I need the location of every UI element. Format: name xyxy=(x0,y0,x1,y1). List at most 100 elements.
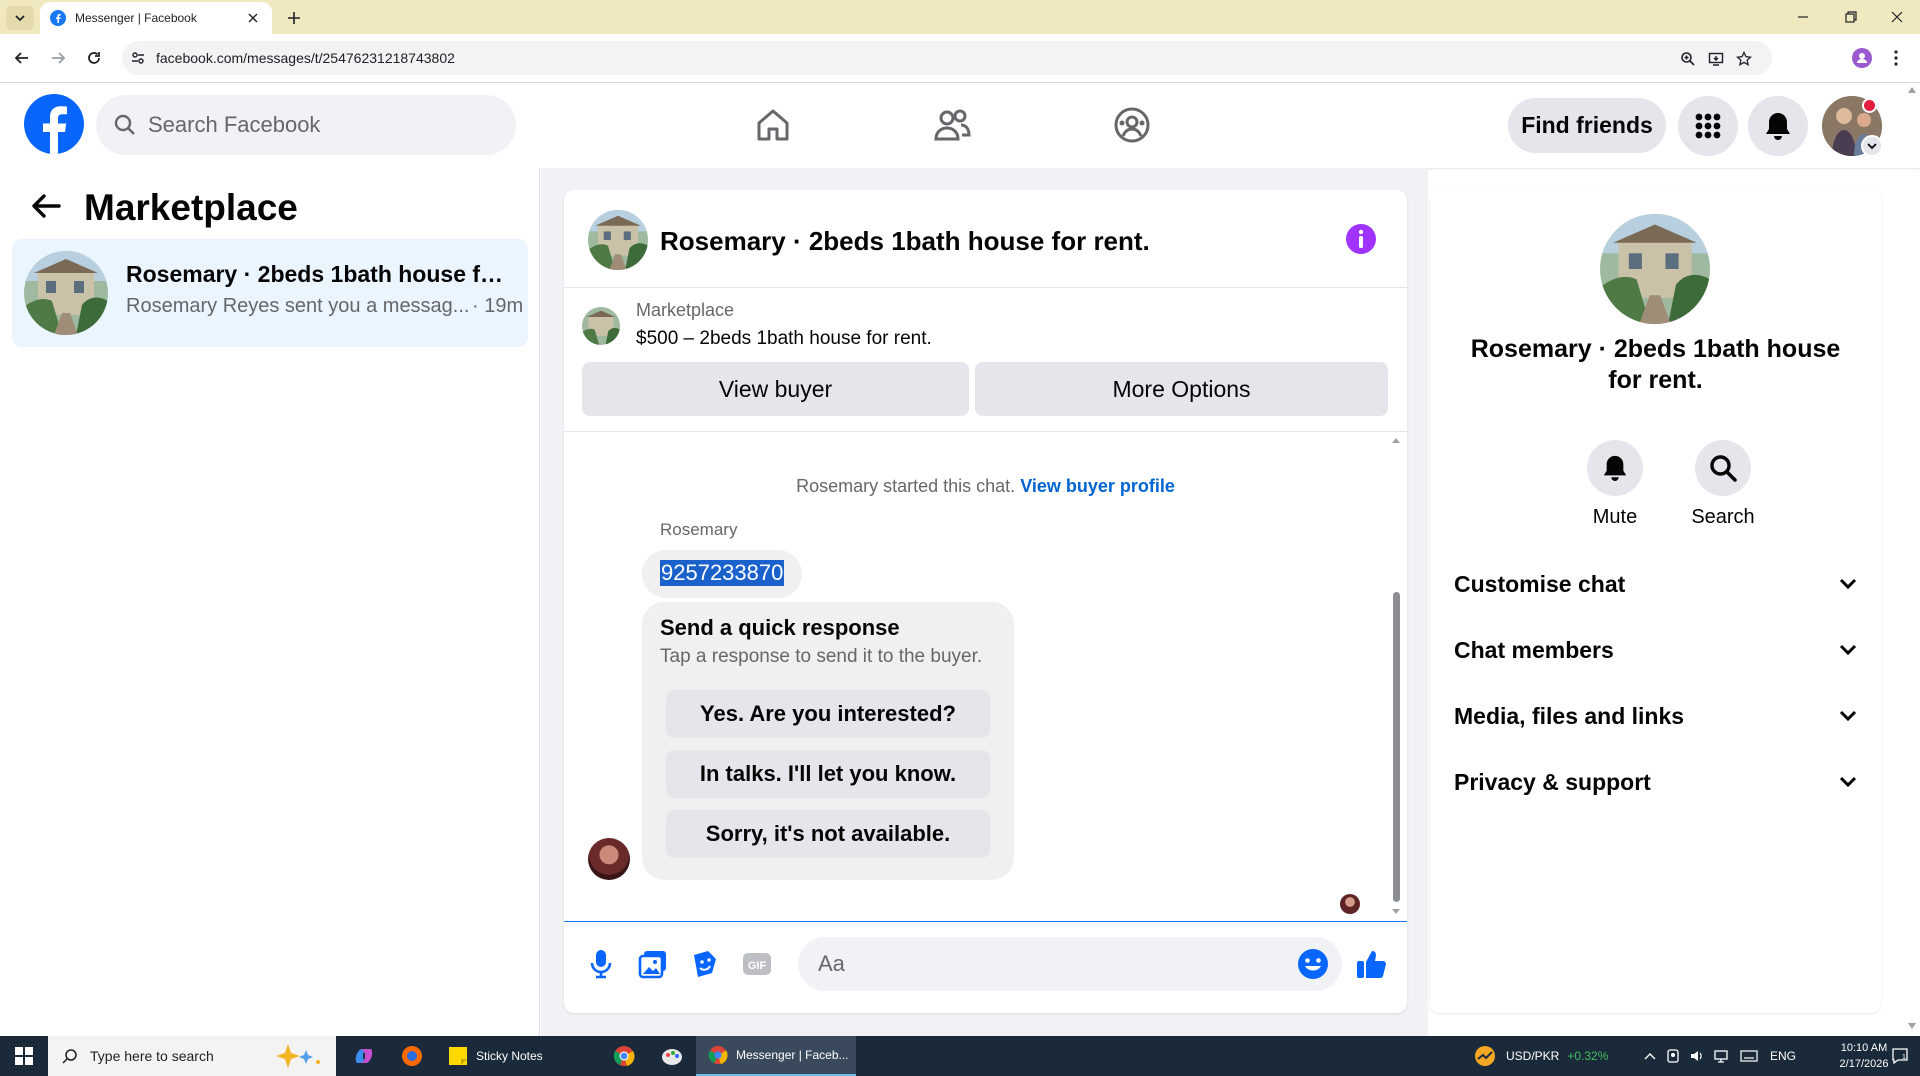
browser-tab-bar: Messenger | Facebook xyxy=(0,0,1920,34)
network-icon[interactable] xyxy=(1714,1049,1730,1063)
menu-grid-icon[interactable] xyxy=(1678,96,1738,156)
notification-center-icon[interactable]: 1 xyxy=(1884,1036,1916,1076)
home-icon[interactable] xyxy=(751,103,795,147)
search-in-chat-button[interactable]: Search xyxy=(1683,440,1763,529)
quick-response-option[interactable]: Yes. Are you interested? xyxy=(666,690,990,738)
zoom-icon[interactable] xyxy=(1678,49,1698,69)
chat-header: Rosemary · 2beds 1bath house for rent. xyxy=(564,190,1407,288)
message-input-placeholder: Aa xyxy=(818,951,845,976)
page-title: Marketplace xyxy=(84,187,298,228)
listing-title[interactable]: $500 – 2beds 1bath house for rent. xyxy=(636,328,932,350)
privacy-support-section[interactable]: Privacy & support xyxy=(1454,759,1857,805)
windows-start-icon[interactable] xyxy=(0,1036,48,1076)
taskbar-search-box[interactable]: Type here to search xyxy=(48,1036,336,1076)
conversation-preview: Rosemary Reyes sent you a messag... xyxy=(126,295,470,317)
back-icon[interactable] xyxy=(10,46,34,70)
chat-avatar[interactable] xyxy=(588,210,648,270)
tab-search-dropdown-icon[interactable] xyxy=(6,6,34,30)
notifications-bell-icon[interactable] xyxy=(1748,96,1808,156)
facebook-search-input[interactable]: Search Facebook xyxy=(96,95,516,155)
find-friends-button[interactable]: Find friends xyxy=(1508,98,1666,153)
facebook-logo-icon[interactable] xyxy=(24,94,84,154)
meet-now-icon[interactable] xyxy=(1666,1049,1680,1063)
view-buyer-button[interactable]: View buyer xyxy=(582,362,969,416)
new-tab-icon[interactable] xyxy=(282,6,306,30)
page-scroll-up-icon[interactable] xyxy=(1908,87,1916,93)
reload-icon[interactable] xyxy=(82,46,106,70)
restore-icon[interactable] xyxy=(1828,0,1874,34)
quick-response-option[interactable]: In talks. I'll let you know. xyxy=(666,750,990,798)
gif-icon[interactable]: GIF xyxy=(740,947,774,981)
emoji-icon[interactable] xyxy=(1296,947,1330,981)
volume-icon[interactable] xyxy=(1690,1049,1704,1063)
currency-chart-icon xyxy=(1475,1046,1495,1066)
bookmark-star-icon[interactable] xyxy=(1734,49,1754,69)
listing-card: Marketplace $500 – 2beds 1bath house for… xyxy=(564,288,1407,432)
omnibox[interactable]: facebook.com/messages/t/2547623121874380… xyxy=(122,41,1772,75)
mute-bell-icon xyxy=(1587,440,1643,496)
browser-menu-icon[interactable] xyxy=(1884,46,1908,70)
paint-app-icon[interactable] xyxy=(652,1036,692,1076)
scroll-down-icon[interactable] xyxy=(1391,908,1401,916)
browser-tab-messenger[interactable]: Messenger | Facebook xyxy=(40,2,272,34)
info-icon[interactable] xyxy=(1344,222,1378,256)
messenger-taskbar-item[interactable]: Messenger | Faceb... xyxy=(696,1036,856,1076)
chrome-app-icon[interactable] xyxy=(604,1036,644,1076)
search-placeholder: Search Facebook xyxy=(148,112,321,137)
chat-started-notice: Rosemary started this chat. View buyer p… xyxy=(564,476,1407,497)
groups-icon[interactable] xyxy=(1110,103,1154,147)
details-title: Rosemary · 2beds 1bath house for rent. xyxy=(1470,335,1841,394)
sticky-notes-taskbar-item[interactable]: Sticky Notes xyxy=(440,1036,560,1076)
quick-response-option[interactable]: Sorry, it's not available. xyxy=(666,810,990,858)
conversation-list-item[interactable]: Rosemary · 2beds 1bath house for ... Ros… xyxy=(12,239,528,347)
browser-profile-icon[interactable] xyxy=(1850,46,1874,70)
close-window-icon[interactable] xyxy=(1874,0,1920,34)
tab-close-icon[interactable] xyxy=(244,9,262,27)
mute-button[interactable]: Mute xyxy=(1575,440,1655,529)
message-text-selected[interactable]: 9257233870 xyxy=(660,560,785,586)
language-indicator[interactable]: ENG xyxy=(1770,1049,1796,1063)
browser-app-icon[interactable] xyxy=(392,1036,432,1076)
show-hidden-icons-icon[interactable] xyxy=(1644,1052,1656,1060)
browser-address-bar: facebook.com/messages/t/2547623121874380… xyxy=(0,34,1920,83)
search-icon xyxy=(114,114,135,135)
url-text[interactable]: facebook.com/messages/t/2547623121874380… xyxy=(156,50,455,66)
photo-icon[interactable] xyxy=(636,947,670,981)
customise-chat-section[interactable]: Customise chat xyxy=(1454,561,1857,607)
details-avatar[interactable] xyxy=(1600,214,1710,324)
more-options-button[interactable]: More Options xyxy=(975,362,1388,416)
search-label: Search xyxy=(1691,506,1755,528)
messenger-taskbar-label: Messenger | Faceb... xyxy=(736,1048,849,1062)
install-app-icon[interactable] xyxy=(1706,49,1726,69)
svg-text:1: 1 xyxy=(1902,1054,1906,1061)
minimize-icon[interactable] xyxy=(1780,0,1826,34)
chat-members-section[interactable]: Chat members xyxy=(1454,627,1857,673)
scroll-thumb[interactable] xyxy=(1393,592,1400,902)
page-scrollbar[interactable] xyxy=(1904,83,1920,1036)
message-bubble[interactable]: 9257233870 xyxy=(642,550,802,598)
friends-icon[interactable] xyxy=(930,103,974,147)
sticky-notes-label: Sticky Notes xyxy=(476,1049,543,1063)
back-arrow-icon[interactable] xyxy=(30,190,62,222)
facebook-favicon-icon xyxy=(50,10,66,26)
message-input[interactable]: Aa xyxy=(798,937,1342,991)
chevron-down-icon xyxy=(1839,644,1857,656)
forward-icon[interactable] xyxy=(46,46,70,70)
media-files-links-section[interactable]: Media, files and links xyxy=(1454,693,1857,739)
sender-avatar[interactable] xyxy=(588,838,630,880)
page-scroll-down-icon[interactable] xyxy=(1908,1023,1916,1029)
copilot-app-icon[interactable] xyxy=(344,1036,384,1076)
taskbar-search-icon xyxy=(62,1049,77,1064)
scroll-up-icon[interactable] xyxy=(1391,436,1401,444)
chat-title[interactable]: Rosemary · 2beds 1bath house for rent. xyxy=(660,226,1150,257)
view-buyer-profile-link[interactable]: View buyer profile xyxy=(1020,476,1175,496)
currency-widget[interactable]: USD/PKR +0.32% xyxy=(1474,1036,1608,1076)
sender-name: Rosemary xyxy=(660,520,738,539)
account-chevron-down-icon[interactable] xyxy=(1861,135,1883,157)
sticker-icon[interactable] xyxy=(688,947,722,981)
keyboard-icon[interactable] xyxy=(1740,1050,1758,1062)
chat-scrollbar[interactable] xyxy=(1390,432,1402,922)
thumbs-up-icon[interactable] xyxy=(1354,947,1388,981)
microphone-icon[interactable] xyxy=(584,947,618,981)
site-settings-icon[interactable] xyxy=(130,50,146,66)
